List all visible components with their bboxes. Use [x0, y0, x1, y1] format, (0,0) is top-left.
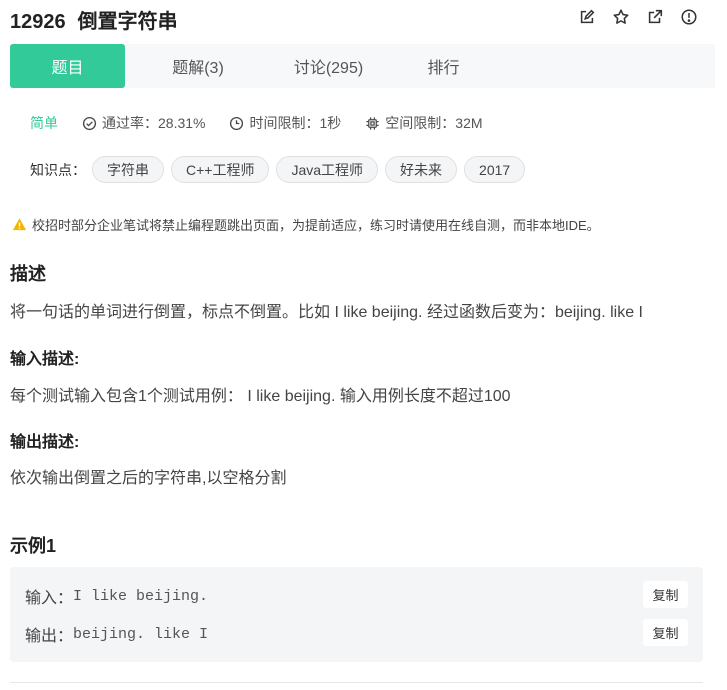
example-heading: 示例1: [10, 536, 57, 556]
problem-title: 倒置字符串: [77, 11, 178, 33]
example-input-label: 输入：: [25, 590, 74, 607]
output-description-heading: 输出描述:: [10, 434, 80, 451]
example-output-row: 输出： beijing. like I: [25, 622, 208, 646]
example-output-label: 输出：: [25, 628, 74, 645]
output-description-text: 依次输出倒置之后的字符串,以空格分割: [10, 470, 287, 487]
tab-discussion[interactable]: 讨论(295): [271, 44, 386, 88]
time-limit-text: 时间限制：1秒: [249, 115, 342, 131]
difficulty-badge: 简单: [30, 115, 58, 131]
check-circle-icon: [82, 116, 97, 130]
clock-icon: [230, 116, 244, 130]
exam-notice: 校招时部分企业笔试将禁止编程题跳出页面，为提前适应，练习时请使用在线自测，而非本…: [12, 215, 600, 234]
tag-tal[interactable]: 好未来: [385, 156, 458, 183]
space-limit-text: 空间限制：32M: [385, 115, 483, 131]
page-title: 12926 倒置字符串: [10, 5, 178, 34]
space-limit: 空间限制：32M: [365, 113, 483, 133]
info-icon[interactable]: [679, 7, 699, 27]
pass-rate-text: 通过率：28.31%: [102, 115, 206, 131]
edit-icon[interactable]: [577, 7, 597, 27]
time-limit: 时间限制：1秒: [229, 113, 341, 133]
example-box: 输入： I like beijing. 复制 输出： beijing. like…: [10, 567, 703, 662]
header-actions: [577, 7, 699, 27]
external-link-icon[interactable]: [645, 7, 665, 27]
tag-string[interactable]: 字符串: [92, 156, 164, 183]
example-input-row: 输入： I like beijing.: [25, 584, 208, 608]
tab-ranking[interactable]: 排行: [386, 44, 501, 88]
copy-input-button[interactable]: 复制: [643, 581, 688, 608]
problem-id: 12926: [10, 11, 66, 33]
example-input-value: I like beijing.: [73, 587, 209, 605]
tag-java-engineer[interactable]: Java工程师: [276, 156, 379, 183]
knowledge-label: 知识点：: [30, 161, 86, 178]
divider: [10, 682, 703, 683]
notice-text: 校招时部分企业笔试将禁止编程题跳出页面，为提前适应，练习时请使用在线自测，而非本…: [32, 218, 600, 233]
warning-icon: [12, 218, 27, 231]
tab-bar: 题目 题解(3) 讨论(295) 排行: [10, 44, 715, 88]
tab-problem[interactable]: 题目: [10, 44, 125, 88]
knowledge-points: 知识点： 字符串 C++工程师 Java工程师 好未来 2017: [30, 156, 532, 183]
description-heading: 描述: [10, 264, 46, 284]
description-text: 将一句话的单词进行倒置，标点不倒置。比如 I like beijing. 经过函…: [10, 304, 643, 321]
title-bar: 12926 倒置字符串: [0, 0, 727, 38]
problem-meta: 简单 通过率：28.31% 时间限制：1秒 空间限制：32M: [30, 113, 507, 133]
pass-rate: 通过率：28.31%: [82, 113, 205, 133]
tag-2017[interactable]: 2017: [464, 156, 526, 183]
input-description-heading: 输入描述:: [10, 351, 80, 368]
chip-icon: [366, 116, 379, 130]
copy-output-button[interactable]: 复制: [643, 619, 688, 646]
star-icon[interactable]: [611, 7, 631, 27]
example-output-value: beijing. like I: [73, 625, 209, 643]
input-description-text: 每个测试输入包含1个测试用例： I like beijing. 输入用例长度不超…: [10, 388, 511, 405]
tab-solutions[interactable]: 题解(3): [125, 44, 271, 88]
tag-cpp-engineer[interactable]: C++工程师: [171, 156, 270, 183]
